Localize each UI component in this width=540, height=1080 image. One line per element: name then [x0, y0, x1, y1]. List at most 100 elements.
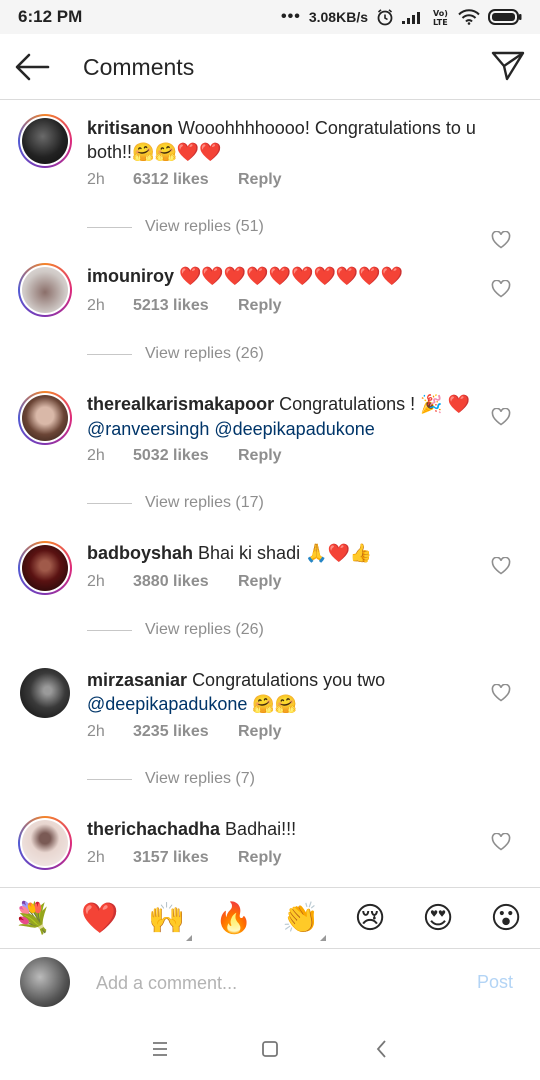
comment-time: 2h: [87, 573, 105, 590]
status-bar: 6:12 PM ••• 3.08KB/s Vo) LTE: [0, 0, 540, 34]
comment-likes[interactable]: 3235 likes: [133, 723, 238, 741]
variant-indicator-icon: [186, 935, 192, 941]
mention-link[interactable]: @deepikapadukone: [87, 694, 247, 714]
post-button[interactable]: Post: [477, 972, 513, 993]
heart-eyes-emoji-button[interactable]: 😍: [419, 900, 457, 938]
avatar[interactable]: [18, 541, 72, 595]
mention-link[interactable]: @deepikapadukone: [214, 419, 374, 439]
heart-outline-icon[interactable]: [491, 408, 511, 426]
comment-username[interactable]: therealkarismakapoor: [87, 394, 274, 414]
comment-text: therichachadha Badhai!!!: [87, 817, 477, 841]
avatar-photo: [22, 267, 68, 313]
view-replies-button[interactable]: View replies (51): [87, 218, 264, 236]
reply-button[interactable]: Reply: [238, 297, 282, 315]
reply-button[interactable]: Reply: [238, 723, 282, 741]
bouquet-emoji-button[interactable]: 💐: [14, 900, 52, 938]
surprised-emoji-button[interactable]: 😮: [487, 900, 525, 938]
comment-emojis: 🤗🤗: [252, 694, 298, 715]
status-indicators: ••• 3.08KB/s Vo) LTE: [281, 8, 522, 26]
view-replies-button[interactable]: View replies (7): [87, 770, 255, 788]
system-back-button[interactable]: [370, 1037, 394, 1061]
avatar[interactable]: [18, 816, 72, 870]
replies-divider: [87, 778, 132, 780]
wifi-icon: [458, 9, 480, 25]
share-button[interactable]: [490, 48, 526, 84]
comment-body: Congratulations you two: [192, 670, 386, 690]
comment-input-bar: Post: [0, 949, 540, 1017]
comment-likes[interactable]: 5213 likes: [133, 297, 238, 315]
comment-time: 2h: [87, 171, 105, 188]
comment-username[interactable]: badboyshah: [87, 543, 193, 563]
comment-meta: 2h 5032 likes Reply: [87, 447, 282, 465]
reply-button[interactable]: Reply: [238, 171, 282, 189]
reply-button[interactable]: Reply: [238, 447, 282, 465]
heart-emoji-button[interactable]: ❤️: [81, 900, 119, 938]
avatar[interactable]: [18, 263, 72, 317]
comment-likes[interactable]: 6312 likes: [133, 171, 238, 189]
heart-outline-icon[interactable]: [491, 557, 511, 575]
home-square-icon: [262, 1041, 278, 1057]
network-speed: 3.08KB/s: [308, 9, 368, 25]
replies-divider: [87, 353, 132, 355]
comment-time: 2h: [87, 447, 105, 464]
comment-text: mirzasaniar Congratulations you two @deep…: [87, 668, 477, 717]
comment-time: 2h: [87, 849, 105, 866]
header: Comments: [0, 34, 540, 100]
variant-indicator-icon: [320, 935, 326, 941]
comment-meta: 2h 3880 likes Reply: [87, 573, 282, 591]
avatar-photo: [22, 820, 68, 866]
avatar[interactable]: [18, 114, 72, 168]
back-button[interactable]: [14, 50, 50, 84]
raised-hands-emoji-button[interactable]: 🙌: [148, 900, 192, 941]
clapping-emoji-button[interactable]: 👏: [282, 900, 326, 941]
crying-emoji-button[interactable]: 😢: [351, 900, 389, 938]
menu-button[interactable]: [148, 1037, 172, 1061]
heart-outline-icon[interactable]: [491, 280, 511, 298]
comment-username[interactable]: kritisanon: [87, 118, 173, 138]
svg-text:LTE: LTE: [433, 18, 448, 26]
comment-username[interactable]: mirzasaniar: [87, 670, 187, 690]
comment-body: Bhai ki shadi: [198, 543, 301, 563]
home-button[interactable]: [258, 1037, 282, 1061]
avatar-photo: [22, 395, 68, 441]
comment-emojis: 🤗🤗❤️❤️: [132, 142, 222, 163]
fire-emoji-button[interactable]: 🔥: [215, 900, 253, 938]
signal-icon: [402, 10, 424, 24]
comment-text: kritisanon Wooohhhhoooo! Congratulations …: [87, 116, 477, 165]
view-replies-label: View replies (26): [145, 345, 264, 362]
avatar-photo: [20, 668, 70, 718]
comment-likes[interactable]: 5032 likes: [133, 447, 238, 465]
comment-input[interactable]: [96, 969, 426, 997]
comment-likes[interactable]: 3157 likes: [133, 849, 238, 867]
comment-username[interactable]: imouniroy: [87, 266, 174, 286]
svg-text:Vo): Vo): [433, 9, 448, 18]
page-title: Comments: [83, 54, 195, 80]
comments-list[interactable]: kritisanon Wooohhhhoooo! Congratulations …: [0, 100, 540, 887]
paper-plane-icon: [491, 51, 525, 81]
comment-emojis: ❤️❤️❤️❤️❤️❤️❤️❤️❤️❤️: [179, 266, 404, 287]
comment-text: imouniroy ❤️❤️❤️❤️❤️❤️❤️❤️❤️❤️: [87, 264, 477, 289]
view-replies-button[interactable]: View replies (17): [87, 494, 264, 512]
system-nav-bar: [0, 1017, 540, 1080]
replies-divider: [87, 629, 132, 631]
comment-meta: 2h 3157 likes Reply: [87, 849, 282, 867]
reply-button[interactable]: Reply: [238, 573, 282, 591]
view-replies-button[interactable]: View replies (26): [87, 345, 264, 363]
status-time: 6:12 PM: [18, 7, 83, 26]
status-dots: •••: [281, 8, 301, 25]
replies-divider: [87, 502, 132, 504]
comment-username[interactable]: therichachadha: [87, 819, 220, 839]
avatar[interactable]: [18, 391, 72, 445]
comment-emojis: 🙏❤️👍: [305, 543, 373, 564]
view-replies-button[interactable]: View replies (26): [87, 621, 264, 639]
reply-button[interactable]: Reply: [238, 849, 282, 867]
comment-likes[interactable]: 3880 likes: [133, 573, 238, 591]
avatar[interactable]: [20, 668, 70, 718]
heart-outline-icon[interactable]: [491, 833, 511, 851]
replies-divider: [87, 226, 132, 228]
comment-meta: 2h 3235 likes Reply: [87, 723, 282, 741]
mention-link[interactable]: @ranveersingh: [87, 419, 209, 439]
volte-icon: Vo) LTE: [432, 8, 450, 26]
heart-outline-icon[interactable]: [491, 684, 511, 702]
heart-outline-icon[interactable]: [491, 231, 511, 249]
